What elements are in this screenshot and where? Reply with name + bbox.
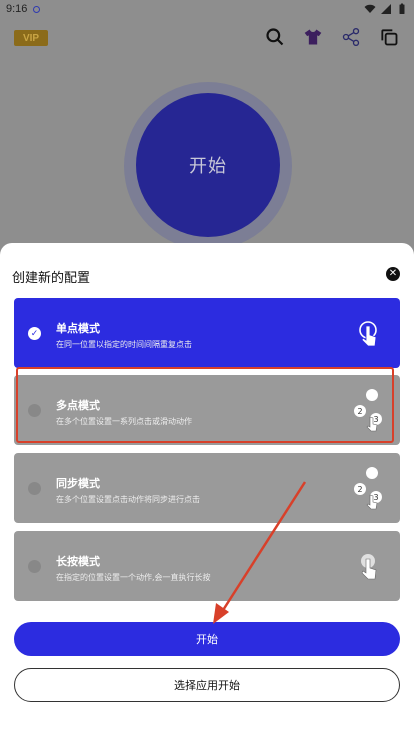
svg-text:2: 2: [357, 485, 362, 494]
sheet-title: 创建新的配置: [12, 271, 91, 286]
start-circle-button[interactable]: 开始: [136, 93, 280, 237]
mode-title: 同步模式: [56, 477, 100, 490]
mode-title: 单点模式: [56, 322, 100, 335]
svg-text:2: 2: [357, 407, 362, 416]
top-toolbar: [264, 26, 400, 48]
status-bar: 9:16: [0, 0, 414, 18]
mode-card-sync[interactable]: 同步模式 在多个位置设置点击动作将同步进行点击 2 3: [14, 453, 400, 523]
mode-card-long-press[interactable]: 长按模式 在指定的位置设置一个动作,会一直执行长按: [14, 531, 400, 601]
battery-icon: [399, 3, 405, 14]
mode-desc: 在同一位置以指定的时间间隔重复点击: [56, 340, 192, 349]
mode-desc: 在指定的位置设置一个动作,会一直执行长按: [56, 573, 211, 582]
start-button[interactable]: 开始: [14, 622, 400, 656]
choose-app-start-button[interactable]: 选择应用开始: [14, 668, 400, 702]
notification-icon: [33, 5, 41, 13]
single-tap-icon: [359, 321, 377, 347]
search-icon[interactable]: [264, 26, 286, 48]
status-time: 9:16: [6, 3, 28, 15]
radio-unselected: [28, 404, 41, 417]
status-indicators: [364, 3, 408, 15]
vip-badge[interactable]: VIP: [14, 30, 48, 46]
check-icon: ✓: [28, 327, 41, 340]
mode-title: 长按模式: [56, 555, 100, 568]
sync-tap-icon: 2 3: [354, 467, 382, 510]
wifi-icon: [364, 4, 376, 13]
copy-icon[interactable]: [378, 26, 400, 48]
mode-card-single[interactable]: ✓ 单点模式 在同一位置以指定的时间间隔重复点击: [14, 298, 400, 368]
mode-title: 多点模式: [56, 399, 100, 412]
signal-icon: [381, 4, 391, 14]
mode-desc: 在多个位置设置点击动作将同步进行点击: [56, 495, 200, 504]
mode-card-multi[interactable]: 多点模式 在多个位置设置一系列点击或滑动动作 2 3: [14, 375, 400, 445]
radio-unselected: [28, 482, 41, 495]
svg-text:3: 3: [373, 493, 378, 502]
close-icon[interactable]: ✕: [386, 267, 400, 281]
shirt-icon[interactable]: [302, 26, 324, 48]
radio-unselected: [28, 560, 41, 573]
multi-tap-icon: 2 3: [354, 389, 382, 432]
long-press-icon: [361, 554, 377, 580]
mode-desc: 在多个位置设置一系列点击或滑动动作: [56, 417, 192, 426]
share-icon[interactable]: [340, 26, 362, 48]
svg-text:3: 3: [373, 415, 378, 424]
